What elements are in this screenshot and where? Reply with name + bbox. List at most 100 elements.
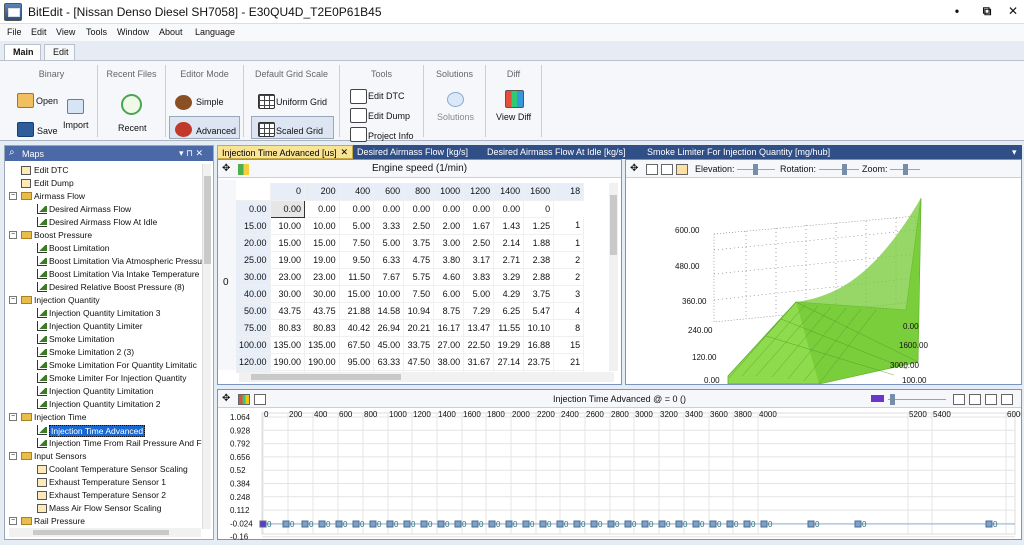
map-value-cell[interactable]: 30.00 [304,285,340,303]
uniform-grid-button[interactable]: Uniform Grid [276,97,327,107]
map-value-cell[interactable]: 9.50 [339,251,375,269]
surface-plot[interactable]: 600.00 480.00 360.00 240.00 120.00 0.00 … [626,178,1021,384]
map-value-cell[interactable]: 4.60 [433,268,465,286]
map-value-cell[interactable]: 80.83 [270,319,306,337]
row-axis-cell[interactable]: 15.00 [236,217,271,235]
tree-item-smoke-limitation-for-quantity-limitatic[interactable]: Smoke Limitation For Quantity Limitatic [9,359,205,372]
map-value-cell[interactable]: 8 [553,319,585,337]
map-value-cell[interactable]: 190.00 [270,353,306,371]
data-point-marker[interactable] [807,520,815,528]
tree-item-boost-limitation-via-intake-temperature[interactable]: Boost Limitation Via Intake Temperature [9,268,205,281]
map-value-cell[interactable]: 26.94 [373,319,405,337]
map-value-cell[interactable]: 22.50 [463,336,495,354]
tree-item-injection-quantity-limitation-3[interactable]: Injection Quantity Limitation 3 [9,307,205,320]
map-value-cell[interactable]: 21 [553,353,585,371]
map-value-cell[interactable]: 2.38 [523,251,555,269]
map-value-cell[interactable]: 3.80 [433,251,465,269]
map-value-cell[interactable]: 5.00 [373,234,405,252]
tree-expander-icon[interactable]: − [9,231,17,239]
map-value-cell[interactable]: 3.75 [403,234,435,252]
map-value-cell[interactable]: 1.43 [493,217,525,235]
tree-item-coolant-temperature-sensor-scaling[interactable]: Coolant Temperature Sensor Scaling [9,463,205,476]
tree-item-desired-relative-boost-pressure-8[interactable]: Desired Relative Boost Pressure (8) [9,281,205,294]
column-header[interactable]: 1400 [493,183,525,201]
line-style-icon[interactable] [969,394,981,405]
map-value-cell[interactable]: 2 [553,268,585,286]
save-button[interactable]: Save [37,126,58,136]
plot-color-swatch-icon[interactable] [871,395,884,402]
data-point-marker[interactable] [760,520,768,528]
tree-item-smoke-limitation-2-3[interactable]: Smoke Limitation 2 (3) [9,346,205,359]
map-value-cell[interactable]: 38.00 [433,353,465,371]
map-value-cell[interactable]: 3.33 [373,217,405,235]
document-tab-menu-icon[interactable]: ▾ [1008,145,1020,159]
row-axis-cell[interactable]: 0.00 [236,200,271,218]
table-horizontal-scroll-thumb[interactable] [251,374,401,380]
surface-view-icon[interactable] [661,164,673,175]
map-value-cell[interactable]: 2.50 [403,217,435,235]
map-value-cell[interactable]: 40.42 [339,319,375,337]
data-point-marker[interactable] [301,520,309,528]
map-value-cell[interactable]: 5.47 [523,302,555,320]
project-info-button[interactable]: Project Info [368,131,414,141]
data-point-marker[interactable] [420,520,428,528]
map-value-cell[interactable]: 0.00 [269,199,306,218]
tree-item-input-sensors[interactable]: − Input Sensors [9,450,205,463]
simple-mode-button[interactable]: Simple [196,97,224,107]
map-value-cell[interactable]: 27.14 [493,353,525,371]
tree-expander-icon[interactable]: − [9,413,17,421]
map-value-cell[interactable]: 0.00 [433,200,465,218]
map-value-cell[interactable]: 45.00 [373,336,405,354]
map-value-cell[interactable]: 63.33 [373,353,405,371]
map-value-cell[interactable]: 2.14 [493,234,525,252]
advanced-mode-button[interactable]: Advanced [196,126,236,136]
data-point-marker[interactable] [573,520,581,528]
map-value-cell[interactable]: 1 [553,234,585,252]
map-value-cell[interactable]: 2.88 [523,268,555,286]
recent-button[interactable]: Recent [118,123,147,133]
map-value-cell[interactable]: 2.00 [433,217,465,235]
solutions-button[interactable]: Solutions [437,112,474,122]
plot-zoom-slider-track[interactable] [888,399,946,400]
column-header[interactable]: 18 [553,183,585,201]
map-value-cell[interactable]: 0.00 [463,200,495,218]
restore-button[interactable]: ⧉ [978,4,996,19]
map-value-cell[interactable]: 1 [553,217,585,235]
map-value-cell[interactable]: 10.94 [403,302,435,320]
data-point-marker[interactable] [658,520,666,528]
zoom-slider-thumb[interactable] [903,164,908,175]
tree-expander-icon[interactable]: − [9,452,17,460]
tree-item-injection-time-advanced[interactable]: Injection Time Advanced [9,424,205,437]
data-point-marker[interactable] [437,520,445,528]
maps-horizontal-scroll-thumb[interactable] [33,530,169,535]
row-axis-cell[interactable]: 25.00 [236,251,271,269]
row-axis-cell[interactable]: 100.00 [236,336,271,354]
map-value-cell[interactable]: 135.00 [304,336,340,354]
tree-expander-icon[interactable]: − [9,192,17,200]
plot-zoom-slider-thumb[interactable] [890,394,895,405]
tree-item-boost-pressure[interactable]: − Boost Pressure [9,229,205,242]
map-value-cell[interactable]: 3.00 [433,234,465,252]
tree-item-injection-quantity[interactable]: − Injection Quantity [9,294,205,307]
column-header[interactable]: 600 [373,183,405,201]
data-point-marker[interactable] [624,520,632,528]
rotation-slider-thumb[interactable] [842,164,847,175]
menu-view[interactable]: View [56,27,75,37]
ribbon-tab-main[interactable]: Main [4,44,41,60]
tree-item-exhaust-temperature-sensor-1[interactable]: Exhaust Temperature Sensor 1 [9,476,205,489]
map-value-cell[interactable]: 21.88 [339,302,375,320]
view-diff-button[interactable]: View Diff [496,112,531,122]
menu-language[interactable]: Language [195,27,235,37]
map-value-cell[interactable]: 0.00 [373,200,405,218]
map-value-cell[interactable]: 3.75 [523,285,555,303]
tab-desired-airmass-flow[interactable]: Desired Airmass Flow [kg/s] [353,145,481,159]
map-value-cell[interactable]: 3.17 [463,251,495,269]
map-value-cell[interactable]: 6.33 [373,251,405,269]
data-point-marker[interactable] [692,520,700,528]
data-point-marker[interactable] [590,520,598,528]
map-value-cell[interactable]: 19.29 [493,336,525,354]
map-value-cell[interactable]: 3.83 [463,268,495,286]
map-value-cell[interactable]: 7.50 [339,234,375,252]
data-point-marker[interactable] [335,520,343,528]
data-point-marker[interactable] [726,520,734,528]
